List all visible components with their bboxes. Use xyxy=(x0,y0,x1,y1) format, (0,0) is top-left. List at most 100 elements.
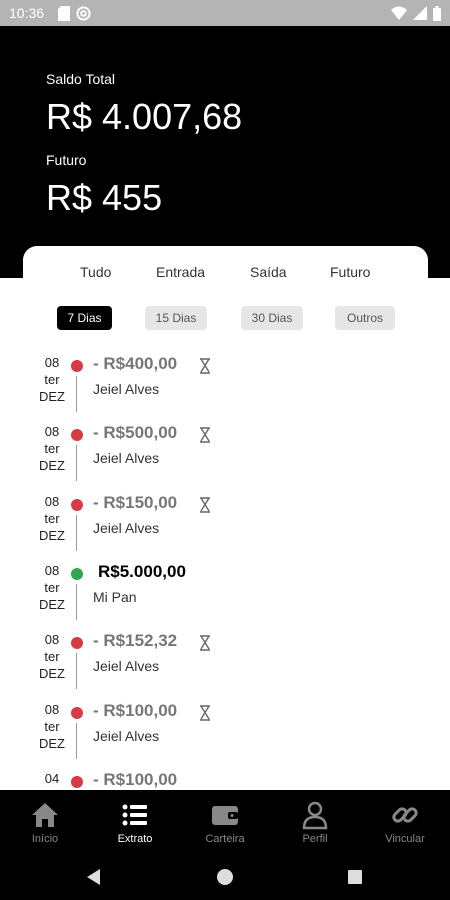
date-day: 08 xyxy=(44,424,60,440)
nav-item-vincular[interactable]: Vincular xyxy=(360,790,450,855)
date-weekday: ter xyxy=(44,441,60,457)
transaction-name: Mi Pan xyxy=(93,588,137,605)
status-time: 10:36 xyxy=(9,5,45,21)
timeline-line xyxy=(76,445,77,482)
date-month: DEZ xyxy=(39,596,65,612)
timeline-line xyxy=(76,722,77,759)
filter-tabs: Tudo Entrada Saída Futuro xyxy=(23,264,428,284)
timeline-line xyxy=(76,653,77,690)
transaction-amount: - R$152,32 xyxy=(93,631,178,651)
nav-item-perfil[interactable]: Perfil xyxy=(270,790,360,855)
date-month: DEZ xyxy=(39,527,65,543)
nav-item-extrato[interactable]: Extrato xyxy=(90,790,180,855)
tab-saida[interactable]: Saída xyxy=(250,264,287,280)
list-icon xyxy=(122,804,147,826)
transaction-date: 08 ter DEZ xyxy=(35,493,69,544)
nav-item-carteira[interactable]: Carteira xyxy=(180,790,270,855)
transaction-date: 08 ter DEZ xyxy=(35,423,69,474)
statement-card: Tudo Entrada Saída Futuro 7 Dias 15 Dias… xyxy=(23,246,428,816)
date-weekday: ter xyxy=(44,372,60,387)
transaction-amount: R$5.000,00 xyxy=(98,561,186,581)
home-circle-icon[interactable] xyxy=(215,867,235,887)
transaction-row[interactable]: 08 ter DEZ - R$150,00 Jeiel Alves xyxy=(23,493,428,562)
transaction-amount: - R$100,00 xyxy=(93,769,178,789)
date-weekday: ter xyxy=(44,579,60,595)
date-month: DEZ xyxy=(39,735,65,751)
credit-dot xyxy=(71,567,83,580)
transaction-row[interactable]: 08 ter DEZ - R$100,00 Jeiel Alves xyxy=(23,701,428,770)
transaction-row[interactable]: 08 ter DEZ - R$400,00 Jeiel Alves xyxy=(23,354,428,423)
nav-label: Início xyxy=(31,833,59,845)
user-icon xyxy=(302,801,328,830)
chip-outros[interactable]: Outros xyxy=(335,306,395,330)
debit-dot xyxy=(71,360,83,372)
transaction-name: Jeiel Alves xyxy=(93,519,160,536)
transaction-name: Jeiel Alves xyxy=(93,727,160,744)
total-balance-label: Saldo Total xyxy=(46,71,116,87)
hourglass-icon xyxy=(200,635,210,651)
hourglass-icon xyxy=(200,427,210,443)
date-month: DEZ xyxy=(39,666,65,682)
timeline-line xyxy=(76,376,77,412)
total-balance-value: R$ 4.007,68 xyxy=(46,96,243,137)
nav-label: Vincular xyxy=(385,833,425,845)
date-day: 08 xyxy=(44,632,60,648)
debit-dot xyxy=(71,775,83,788)
date-month: DEZ xyxy=(39,458,65,474)
future-balance-label: Futuro xyxy=(46,152,87,168)
nav-label: Perfil xyxy=(302,833,328,845)
chip-7-dias[interactable]: 7 Dias xyxy=(57,306,112,330)
period-chips: 7 Dias 15 Dias 30 Dias Outros xyxy=(23,306,428,330)
future-balance-value: R$ 455 xyxy=(46,177,163,218)
system-nav-bar xyxy=(0,855,450,900)
transaction-date: 08 ter DEZ xyxy=(35,701,69,752)
transaction-row[interactable]: 08 ter DEZ - R$152,32 Jeiel Alves xyxy=(23,631,428,700)
debit-dot xyxy=(71,637,83,650)
hourglass-icon xyxy=(200,358,210,374)
transaction-row[interactable]: 08 ter DEZ R$5.000,00 Mi Pan xyxy=(23,562,428,631)
transaction-name: Jeiel Alves xyxy=(93,658,160,675)
hourglass-icon xyxy=(200,496,210,513)
sd-card-icon xyxy=(58,5,70,21)
timeline-line xyxy=(76,514,77,551)
tab-entrada[interactable]: Entrada xyxy=(156,264,205,280)
transaction-date: 08 ter DEZ xyxy=(35,354,69,405)
home-icon xyxy=(32,803,58,827)
at-sign-icon xyxy=(76,5,91,21)
debit-dot xyxy=(71,498,83,511)
date-month: DEZ xyxy=(39,389,65,404)
signal-icon xyxy=(413,6,427,20)
chip-15-dias[interactable]: 15 Dias xyxy=(145,306,207,330)
date-weekday: ter xyxy=(44,718,60,734)
date-weekday: ter xyxy=(44,510,60,526)
wallet-icon xyxy=(212,806,238,825)
transaction-amount: - R$400,00 xyxy=(93,354,178,373)
nav-item-inicio[interactable]: Início xyxy=(0,790,90,855)
back-icon[interactable] xyxy=(84,867,104,887)
transaction-row[interactable]: 08 ter DEZ - R$500,00 Jeiel Alves xyxy=(23,423,428,492)
balance-header: Saldo Total R$ 4.007,68 Futuro R$ 455 xyxy=(0,26,450,278)
nav-label: Extrato xyxy=(117,833,153,845)
nav-label: Carteira xyxy=(205,833,245,845)
transaction-amount: - R$100,00 xyxy=(93,700,178,720)
transaction-amount: - R$150,00 xyxy=(93,492,178,512)
link-icon xyxy=(392,807,418,823)
tab-futuro[interactable]: Futuro xyxy=(330,264,370,280)
transaction-name: Jeiel Alves xyxy=(93,381,160,397)
transaction-amount: - R$500,00 xyxy=(93,423,178,443)
recents-icon[interactable] xyxy=(345,867,365,887)
date-weekday: ter xyxy=(44,649,60,665)
chip-30-dias[interactable]: 30 Dias xyxy=(241,306,303,330)
transaction-date: 08 ter DEZ xyxy=(35,562,69,613)
date-day: 08 xyxy=(44,701,60,717)
date-day: 08 xyxy=(44,493,60,509)
transaction-name: Jeiel Alves xyxy=(93,450,160,467)
timeline-line xyxy=(76,583,77,620)
hourglass-icon xyxy=(200,704,210,721)
debit-dot xyxy=(71,706,83,719)
tab-tudo[interactable]: Tudo xyxy=(80,264,111,280)
bottom-nav: Início Extrato Carteira Perfil Vincular xyxy=(0,790,450,855)
battery-icon xyxy=(433,5,441,21)
transaction-date: 04 xyxy=(35,770,69,787)
wifi-icon xyxy=(391,6,407,20)
